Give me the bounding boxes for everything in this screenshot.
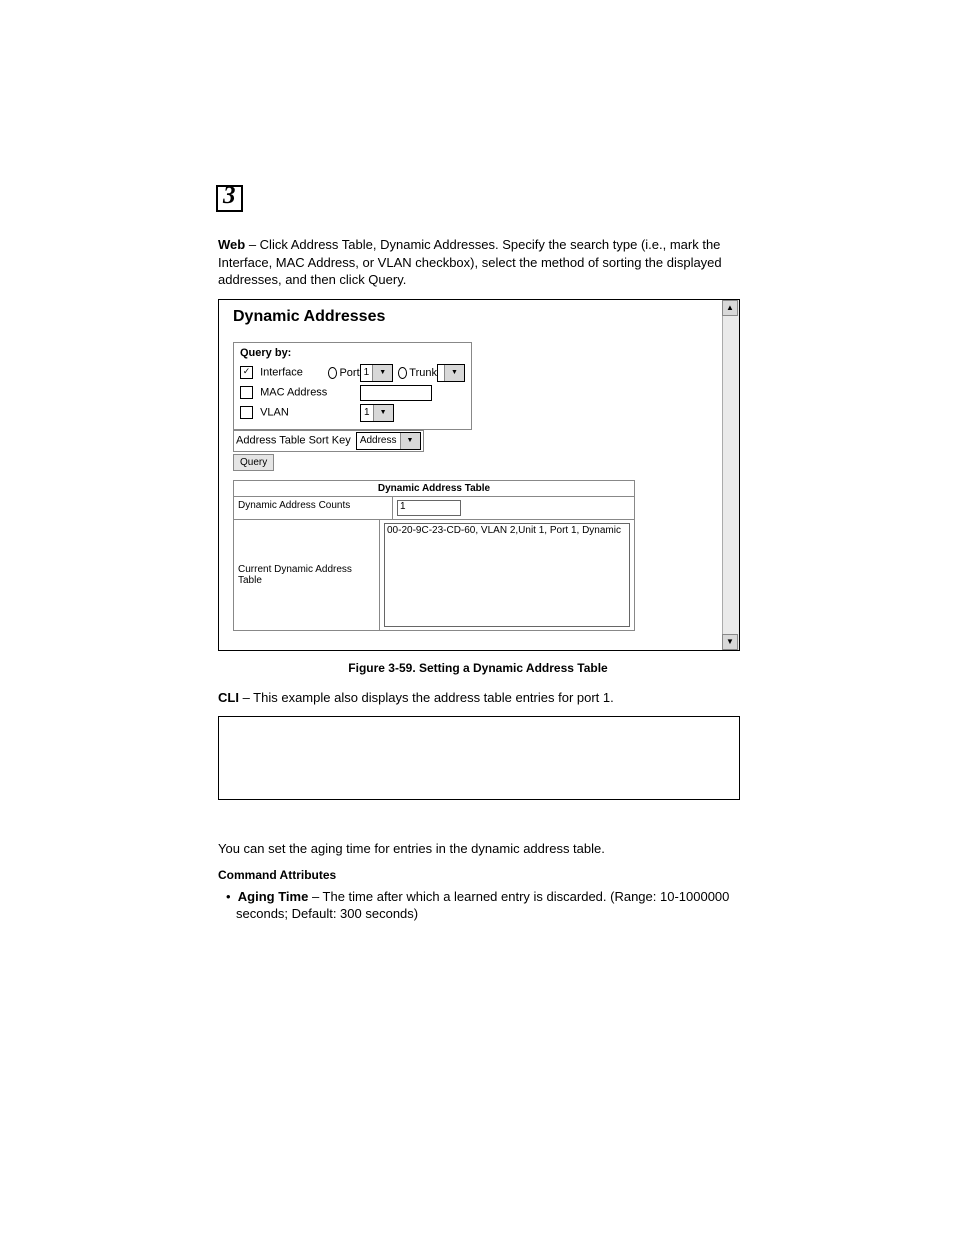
interface-label: Interface <box>260 367 303 379</box>
mac-label: MAC Address <box>260 387 327 399</box>
aging-intro: You can set the aging time for entries i… <box>218 840 738 858</box>
aging-time-text: – The time after which a learned entry i… <box>236 889 729 922</box>
trunk-label: Trunk <box>409 367 437 379</box>
cli-instructions: CLI – This example also displays the add… <box>218 689 738 707</box>
chevron-down-icon: ▼ <box>372 365 392 381</box>
vlan-checkbox[interactable] <box>240 406 253 419</box>
vlan-select[interactable]: 1▼ <box>360 404 394 422</box>
vlan-select-value: 1 <box>361 407 373 418</box>
command-attributes-heading: Command Attributes <box>218 868 738 882</box>
cli-label: CLI <box>218 690 239 705</box>
aging-time-label: Aging Time <box>238 889 309 904</box>
scroll-down-button[interactable]: ▼ <box>722 634 738 650</box>
scroll-up-button[interactable]: ▲ <box>722 300 738 316</box>
chevron-down-icon: ▼ <box>400 433 420 449</box>
port-select[interactable]: 1▼ <box>360 364 394 382</box>
dat-row-0: 00-20-9C-23-CD-60, VLAN 2,Unit 1, Port 1… <box>387 525 621 536</box>
scrollbar[interactable]: ▲ ▼ <box>722 300 739 650</box>
web-instructions: Web – Click Address Table, Dynamic Addre… <box>218 236 738 289</box>
aging-time-bullet: • Aging Time – The time after which a le… <box>222 888 738 923</box>
trunk-radio[interactable] <box>398 367 407 379</box>
sort-key-row: Address Table Sort Key Address▼ <box>233 430 424 452</box>
chapter-number: 3 <box>223 183 236 208</box>
dat-list[interactable]: 00-20-9C-23-CD-60, VLAN 2,Unit 1, Port 1… <box>384 523 630 627</box>
port-select-value: 1 <box>361 367 373 378</box>
dat-counts-label: Dynamic Address Counts <box>234 497 393 519</box>
dynamic-addresses-panel-screenshot: ▲ ▼ Dynamic Addresses Query by: ✓ Interf… <box>218 299 740 651</box>
web-instructions-text: – Click Address Table, Dynamic Addresses… <box>218 237 722 287</box>
dat-heading: Dynamic Address Table <box>234 481 634 497</box>
trunk-select[interactable]: ▼ <box>437 364 465 382</box>
query-by-label: Query by: <box>240 347 465 359</box>
vlan-label: VLAN <box>260 407 289 419</box>
query-by-box: Query by: ✓ Interface Port 1▼ Trunk ▼ MA… <box>233 342 472 430</box>
dat-counts-value: 1 <box>397 500 461 516</box>
interface-checkbox[interactable]: ✓ <box>240 366 253 379</box>
dat-current-label: Current Dynamic Address Table <box>234 520 380 630</box>
dynamic-address-table: Dynamic Address Table Dynamic Address Co… <box>233 480 635 631</box>
query-button[interactable]: Query <box>233 454 274 471</box>
port-label: Port <box>339 367 359 379</box>
panel-title: Dynamic Addresses <box>233 308 385 326</box>
sort-key-label: Address Table Sort Key <box>236 434 351 446</box>
port-radio[interactable] <box>328 367 337 379</box>
mac-input[interactable] <box>360 385 432 401</box>
cli-text: – This example also displays the address… <box>239 690 614 705</box>
cli-output-box <box>218 716 740 800</box>
figure-caption: Figure 3-59. Setting a Dynamic Address T… <box>218 661 738 675</box>
sort-key-value: Address <box>357 435 400 446</box>
web-label: Web <box>218 237 245 252</box>
mac-checkbox[interactable] <box>240 386 253 399</box>
sort-key-select[interactable]: Address▼ <box>356 432 421 450</box>
chevron-down-icon: ▼ <box>444 365 464 381</box>
chevron-down-icon: ▼ <box>373 405 393 421</box>
